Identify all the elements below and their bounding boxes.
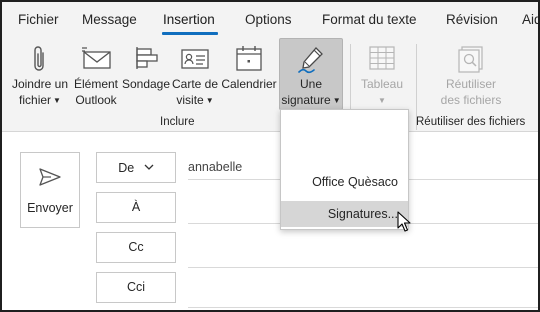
group-label-include: Inclure: [160, 116, 195, 128]
table-icon: [368, 44, 396, 76]
table-label: Tableau: [360, 77, 404, 91]
tab-aide[interactable]: Aid: [522, 12, 538, 27]
calendar-label: Calendrier: [221, 77, 277, 91]
calendar-button[interactable]: Calendrier: [220, 38, 278, 114]
chevron-down-icon: [144, 153, 154, 182]
outlook-compose-window: Fichier Message Insertion Options Format…: [0, 0, 540, 312]
tab-format-du-texte[interactable]: Format du texte: [322, 12, 417, 27]
poll-button[interactable]: Sondage: [121, 38, 171, 114]
attach-file-label-1: Joindre un: [11, 77, 69, 91]
from-button[interactable]: De: [96, 152, 176, 183]
calendar-icon: [234, 44, 264, 76]
compose-area: Envoyer De annabelle À Cc Cci: [2, 133, 538, 310]
signature-pen-icon: [296, 45, 326, 79]
menu-item-signatures[interactable]: Signatures...: [281, 201, 408, 227]
paperclip-icon: [31, 44, 49, 78]
chevron-down-icon: ▼: [205, 96, 214, 105]
tab-message[interactable]: Message: [82, 12, 137, 27]
send-label: Envoyer: [27, 201, 73, 215]
reuse-files-label-1: Réutiliser: [445, 77, 496, 91]
ribbon-insertion: Joindre un fichier ▼ Élément Outlook Son…: [2, 38, 538, 132]
reuse-files-icon: [456, 44, 486, 78]
poll-icon: [131, 44, 161, 76]
table-button[interactable]: Tableau ▼: [354, 38, 410, 114]
envelope-icon: [80, 44, 112, 76]
cc-button[interactable]: Cc: [96, 232, 176, 263]
mouse-cursor-icon: [397, 211, 411, 236]
ribbon-tab-bar: Fichier Message Insertion Options Format…: [2, 2, 538, 38]
signature-label-1: Une: [299, 77, 322, 91]
from-label: De: [118, 161, 135, 175]
tab-insertion[interactable]: Insertion: [163, 12, 215, 27]
chevron-down-icon: ▼: [378, 96, 386, 105]
tab-revision[interactable]: Révision: [446, 12, 498, 27]
business-card-label-1: Carte de: [171, 77, 219, 91]
signature-button[interactable]: Une signature ▼: [279, 38, 343, 110]
reuse-files-button[interactable]: Réutiliser des fichiers: [426, 38, 516, 114]
attach-file-button[interactable]: Joindre un fichier ▼: [10, 38, 70, 114]
chevron-down-icon: ▼: [332, 96, 341, 105]
send-icon: [38, 167, 62, 190]
tab-fichier[interactable]: Fichier: [18, 12, 59, 27]
business-card-icon: [180, 44, 210, 76]
from-value: annabelle: [188, 160, 243, 174]
chevron-down-icon: ▼: [53, 96, 61, 105]
outlook-item-label-2: Outlook: [75, 93, 117, 107]
business-card-label-2: visite: [176, 93, 204, 107]
signature-dropdown-menu: Office Quèsaco Signatures...: [280, 109, 409, 230]
send-button[interactable]: Envoyer: [20, 152, 80, 228]
attach-file-label-2: fichier: [19, 93, 52, 107]
to-button[interactable]: À: [96, 192, 176, 223]
cc-field-line[interactable]: [188, 267, 538, 268]
outlook-item-button[interactable]: Élément Outlook: [70, 38, 122, 114]
reuse-files-label-2: des fichiers: [440, 93, 502, 107]
menu-item-office-quesaco[interactable]: Office Quèsaco: [281, 169, 408, 195]
active-tab-indicator: [162, 32, 218, 35]
group-label-reuse: Réutiliser des fichiers: [416, 116, 526, 128]
tab-options[interactable]: Options: [245, 12, 292, 27]
outlook-item-label-1: Élément: [73, 77, 119, 91]
bcc-button[interactable]: Cci: [96, 272, 176, 303]
poll-label: Sondage: [121, 77, 171, 91]
bcc-field-line[interactable]: [188, 307, 538, 308]
signature-label-2: signature: [281, 93, 331, 107]
business-card-button[interactable]: Carte de visite ▼: [170, 38, 220, 114]
